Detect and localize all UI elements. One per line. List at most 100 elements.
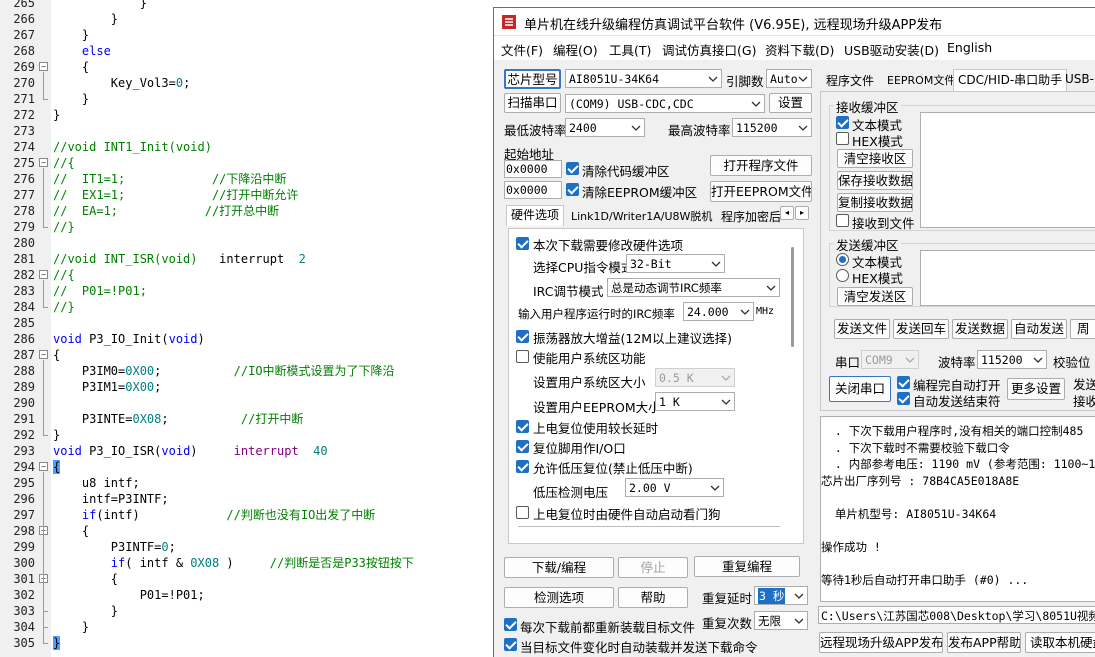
code-line[interactable]: 278 // EA=1; //打开总中断 <box>0 203 495 219</box>
tab-hardware-options[interactable]: 硬件选项 <box>506 205 565 226</box>
code-line[interactable]: 268 else <box>0 43 495 59</box>
code-line[interactable]: 281 //void INT_ISR(void) interrupt 2 <box>0 251 495 267</box>
download-program-button[interactable]: 下载/编程 <box>504 557 614 578</box>
code-line[interactable]: 298− { <box>0 523 495 539</box>
code-line[interactable]: 287−{ <box>0 347 495 363</box>
code-line[interactable]: 272} <box>0 107 495 123</box>
code-line[interactable]: 301− { <box>0 571 495 587</box>
code-line[interactable]: 283 // P01=!P01; <box>0 283 495 299</box>
code-line[interactable]: 274 //void INT1_Init(void) <box>0 139 495 155</box>
code-line[interactable]: 285 <box>0 315 495 331</box>
chip-model-button[interactable]: 芯片型号 <box>504 69 561 89</box>
code-line[interactable]: 284 //} <box>0 299 495 315</box>
publish-app-help-button[interactable]: 发布APP帮助 <box>947 632 1021 653</box>
code-line[interactable]: 296 intf=P3INTF; <box>0 491 495 507</box>
code-line[interactable]: 297 if(intf) //判断也没有IO出发了中断 <box>0 507 495 523</box>
clear-code-checkbox[interactable] <box>566 162 579 175</box>
scan-port-button[interactable]: 扫描串口 <box>504 93 561 113</box>
receive-textarea[interactable] <box>920 112 1095 228</box>
tab-eeprom-file[interactable]: EEPROM文件 <box>883 72 959 88</box>
lvd-select[interactable]: 2.00 V <box>625 478 724 497</box>
user-sys-checkbox[interactable] <box>516 350 529 363</box>
code-line[interactable]: 271 } <box>0 91 495 107</box>
code-line[interactable]: 305} <box>0 635 495 651</box>
fold-toggle-icon[interactable]: − <box>39 158 48 167</box>
help-button[interactable]: 帮助 <box>618 587 688 608</box>
code-line[interactable]: 290 <box>0 395 495 411</box>
max-baud-select[interactable]: 115200 <box>732 118 812 137</box>
code-line[interactable]: 282−//{ <box>0 267 495 283</box>
baud-rate-select[interactable]: 115200 <box>977 350 1047 369</box>
fold-toggle-icon[interactable]: − <box>39 462 48 471</box>
code-line[interactable]: 275−//{ <box>0 155 495 171</box>
lvr-checkbox[interactable] <box>516 460 529 473</box>
menu-program[interactable]: 编程(O) <box>553 40 598 59</box>
code-line[interactable]: 302 P01=!P01; <box>0 587 495 603</box>
check-options-button[interactable]: 检测选项 <box>504 587 614 608</box>
code-line[interactable]: 292} <box>0 427 495 443</box>
irc-frequency-select[interactable]: 24.000 <box>683 302 754 321</box>
min-baud-select[interactable]: 2400 <box>565 118 645 137</box>
menu-english[interactable]: English <box>947 40 992 55</box>
auto-send-button[interactable]: 自动发送 <box>1011 319 1067 339</box>
auto-load-checkbox[interactable] <box>504 638 517 651</box>
send-enter-button[interactable]: 发送回车 <box>893 319 949 339</box>
eeprom-address-input[interactable]: 0x0000 <box>504 181 562 199</box>
close-port-button[interactable]: 关闭串口 <box>829 376 891 402</box>
code-line[interactable]: 270 Key_Vol3=0; <box>0 75 495 91</box>
code-line[interactable]: 279 //} <box>0 219 495 235</box>
tab-program-file[interactable]: 程序文件 <box>822 72 878 89</box>
repeat-delay-select[interactable]: 3 秒 <box>754 586 808 605</box>
code-line[interactable]: 300 if( intf & 0X08 ) //判断是否是P33按钮按下 <box>0 555 495 571</box>
fold-toggle-icon[interactable]: − <box>39 62 48 71</box>
code-line[interactable]: 288 P3IM0=0X00; //IO中断模式设置为了下降沿 <box>0 363 495 379</box>
code-line[interactable]: 267 } <box>0 27 495 43</box>
remote-upgrade-button[interactable]: 远程现场升级APP发布 <box>819 632 943 653</box>
send-data-button[interactable]: 发送数据 <box>952 319 1008 339</box>
pin-count-select[interactable]: Auto <box>766 69 812 88</box>
repeat-program-button[interactable]: 重复编程 <box>694 556 800 577</box>
reload-before-download-checkbox[interactable] <box>504 618 517 631</box>
settings-button[interactable]: 设置 <box>769 93 812 113</box>
auto-send-end-checkbox[interactable] <box>897 392 910 405</box>
read-disk-button[interactable]: 读取本机硬盘 <box>1025 632 1095 653</box>
code-line[interactable]: 280 <box>0 235 495 251</box>
fold-toggle-icon[interactable]: − <box>39 350 48 359</box>
long-reset-checkbox[interactable] <box>516 420 529 433</box>
menu-debug[interactable]: 调试仿真接口(G) <box>662 40 756 59</box>
menu-download[interactable]: 资料下载(D) <box>765 40 834 59</box>
open-eeprom-file-button[interactable]: 打开EEPROM文件 <box>710 181 812 202</box>
code-line[interactable]: 269− { <box>0 59 495 75</box>
menu-usb-driver[interactable]: USB驱动安装(D) <box>844 40 939 59</box>
code-line[interactable]: 295 u8 intf; <box>0 475 495 491</box>
save-receive-button[interactable]: 保存接收数据 <box>837 171 913 190</box>
stop-button[interactable]: 停止 <box>618 557 688 578</box>
code-line[interactable]: 265 } <box>0 0 495 11</box>
repeat-count-select[interactable]: 无限 <box>754 611 808 630</box>
send-text-mode-radio[interactable] <box>836 253 849 266</box>
osc-amp-checkbox[interactable] <box>516 330 529 343</box>
tab-usb-hid[interactable]: USB-H <box>1061 72 1095 86</box>
menu-file[interactable]: 文件(F) <box>501 40 543 59</box>
code-line[interactable]: 286 void P3_IO_Init(void) <box>0 331 495 347</box>
code-line[interactable]: 303 } <box>0 603 495 619</box>
send-hex-mode-radio[interactable] <box>836 269 849 282</box>
code-line[interactable]: 294−{ <box>0 459 495 475</box>
code-line[interactable]: 277 // EX1=1; //打开中断允许 <box>0 187 495 203</box>
send-textarea[interactable] <box>920 250 1095 306</box>
period-button[interactable]: 周 <box>1070 319 1095 339</box>
panel-scrollbar[interactable] <box>791 247 794 347</box>
copy-receive-button[interactable]: 复制接收数据 <box>837 193 913 212</box>
code-line[interactable]: 293 void P3_IO_ISR(void) interrupt 40 <box>0 443 495 459</box>
tab-cdc-serial-assistant[interactable]: CDC/HID-串口助手 <box>953 69 1068 91</box>
code-editor[interactable]: 265 } 266 } 267 } 268 else 269− {270 Key_Vol… <box>0 0 495 657</box>
tab-scroll-right-button[interactable]: ▸ <box>795 206 809 220</box>
recv-text-mode-checkbox[interactable] <box>836 116 849 129</box>
clear-receive-button[interactable]: 清空接收区 <box>837 149 913 168</box>
cpu-mode-select[interactable]: 32-Bit <box>626 254 725 273</box>
user-eeprom-select[interactable]: 1 K <box>655 392 735 411</box>
auto-open-checkbox[interactable] <box>897 376 910 389</box>
code-line[interactable]: 289 P3IM1=0X00; <box>0 379 495 395</box>
chip-model-select[interactable]: AI8051U-34K64 <box>565 69 722 88</box>
code-line[interactable]: 291 P3INTE=0X08; //打开中断 <box>0 411 495 427</box>
